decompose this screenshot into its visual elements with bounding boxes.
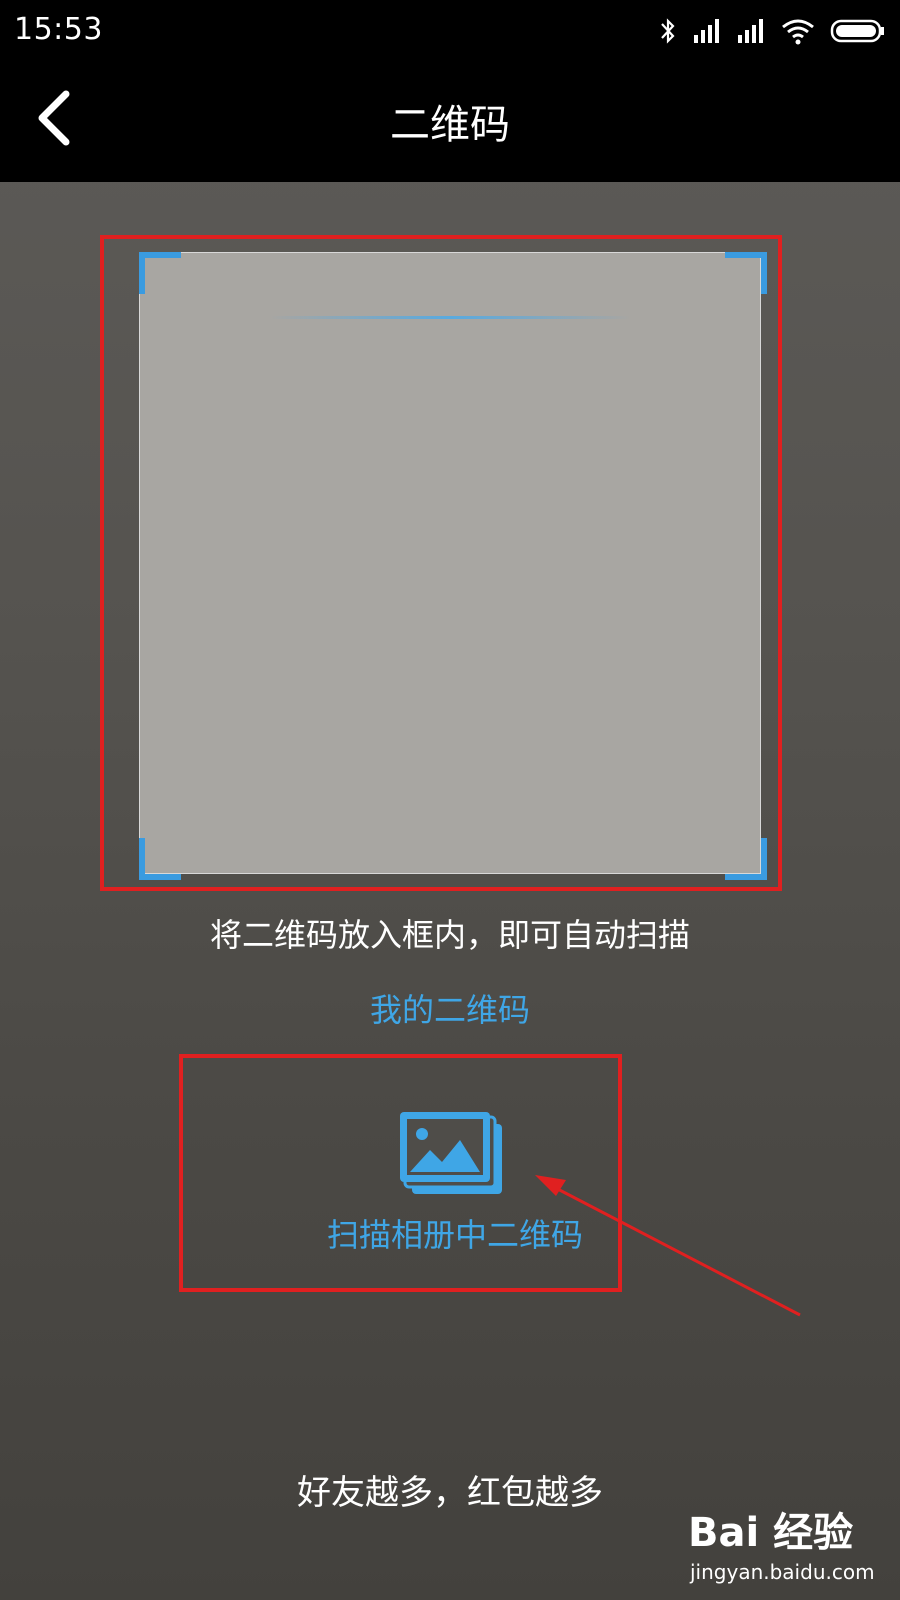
baidu-watermark: Bai 经验 jingyan.baidu.com <box>688 1500 888 1590</box>
status-icons <box>658 14 886 48</box>
my-qr-code-link[interactable]: 我的二维码 <box>370 991 530 1029</box>
scan-album-button[interactable]: 扫描相册中二维码 <box>280 1110 630 1270</box>
status-time: 15:53 <box>14 12 103 47</box>
signal-icon <box>694 19 719 43</box>
page-title: 二维码 <box>390 102 510 148</box>
scan-hint: 将二维码放入框内，即可自动扫描 <box>209 916 690 954</box>
gallery-icon <box>400 1112 502 1194</box>
status-bar: 15:53 <box>0 0 900 62</box>
my-qr-code-link-row: 我的二维码 <box>0 985 900 1031</box>
signal-icon <box>738 19 763 43</box>
watermark-brand: Bai 经验 <box>688 1510 854 1556</box>
annotation-box-viewfinder <box>100 235 782 891</box>
battery-icon <box>830 19 884 43</box>
wifi-icon <box>782 19 814 45</box>
title-bar: 二维码 <box>0 62 900 182</box>
scan-album-label: 扫描相册中二维码 <box>326 1216 583 1254</box>
bluetooth-icon <box>661 18 675 44</box>
watermark-url: jingyan.baidu.com <box>690 1560 875 1584</box>
